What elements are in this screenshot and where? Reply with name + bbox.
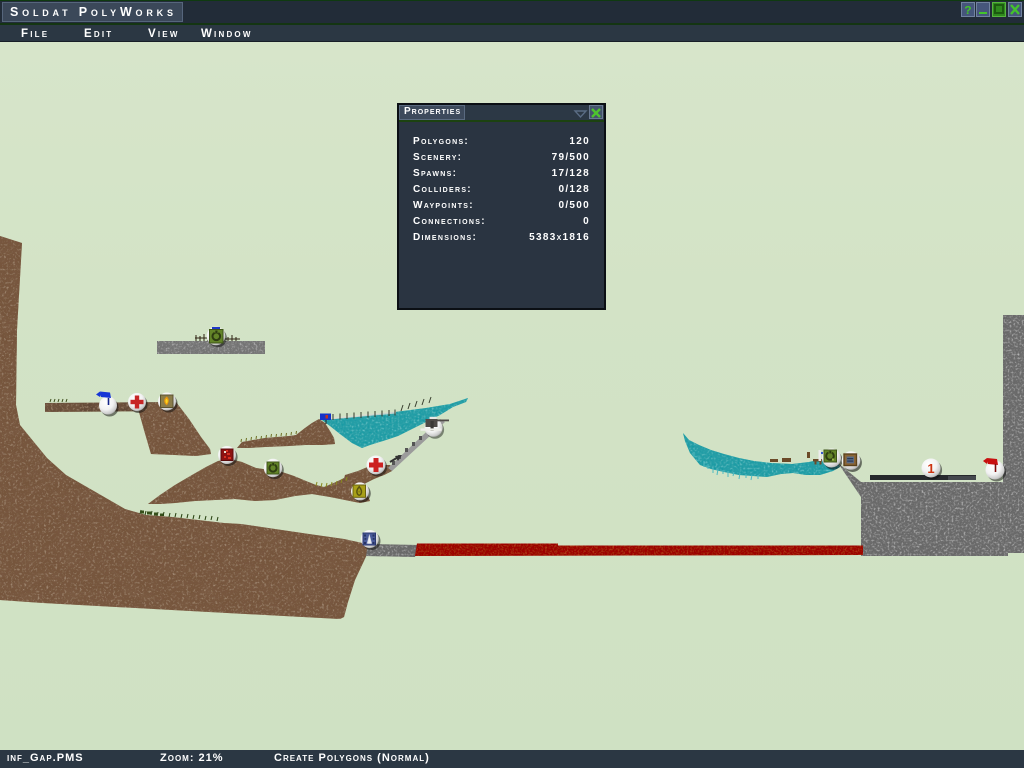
svg-text:?: ? — [964, 4, 971, 16]
svg-text:1: 1 — [927, 461, 934, 476]
